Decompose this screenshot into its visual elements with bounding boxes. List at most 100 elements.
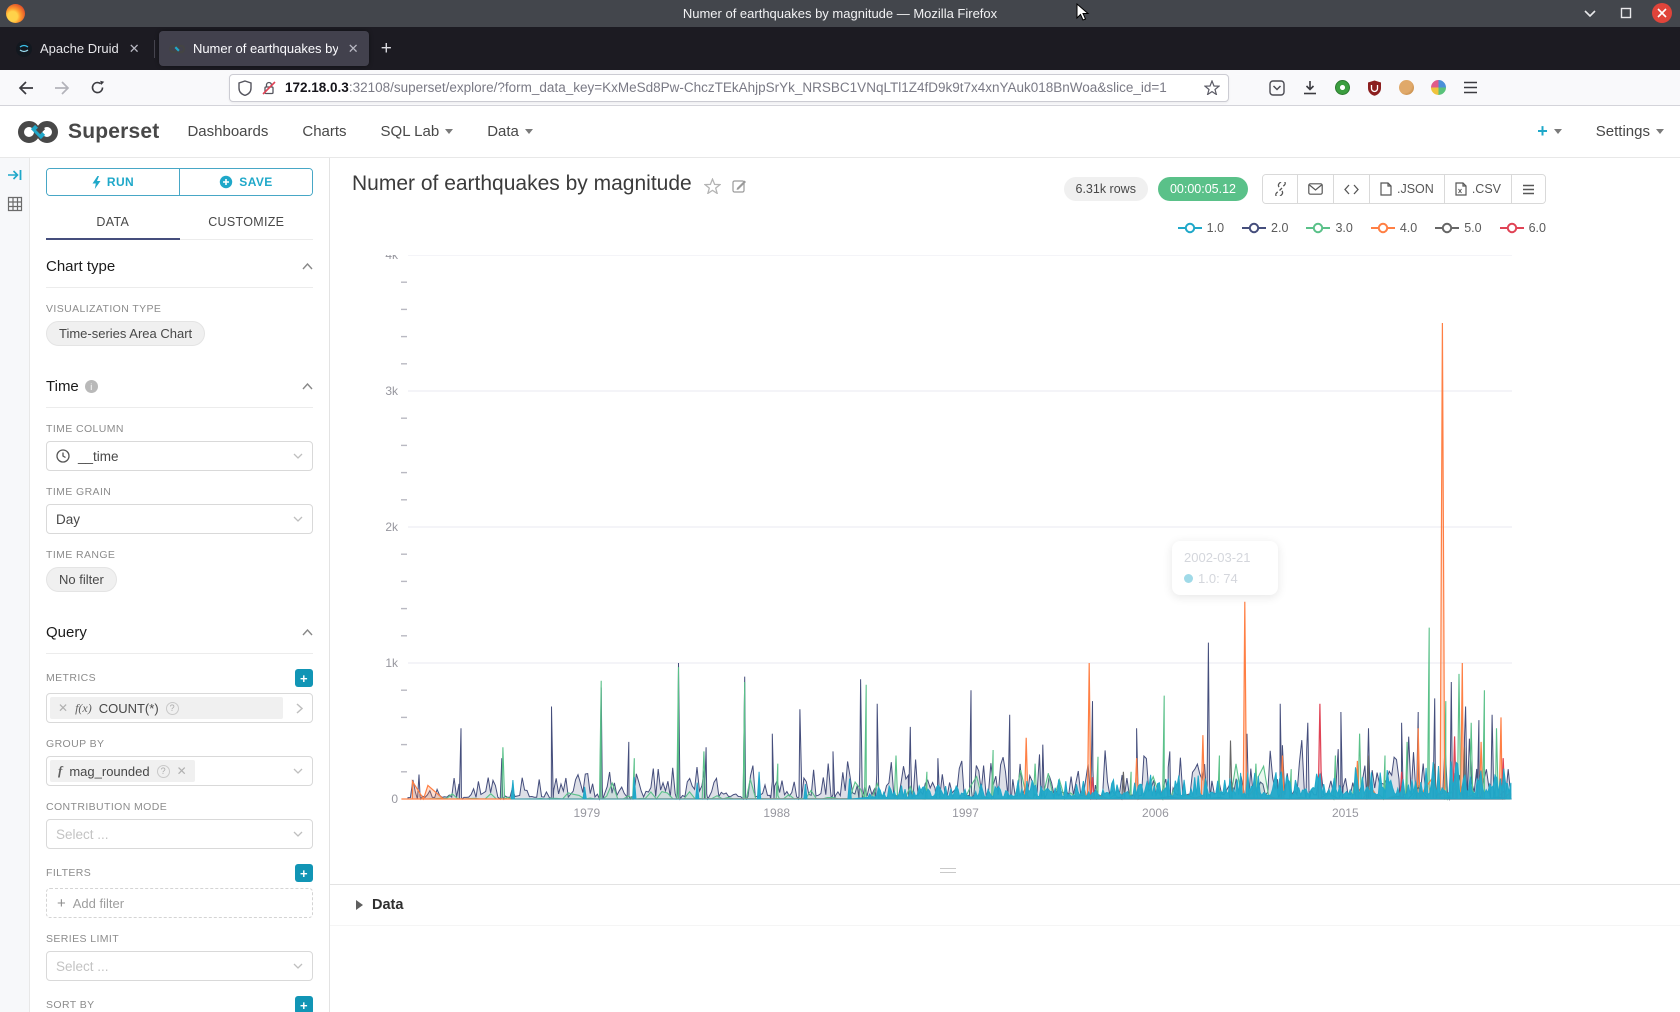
metric-expand-caret[interactable] bbox=[286, 694, 312, 722]
url-bar[interactable]: 172.18.0.3:32108/superset/explore/?form_… bbox=[229, 74, 1229, 102]
legend-item-4.0[interactable]: 4.0 bbox=[1371, 221, 1417, 235]
data-panel-label: Data bbox=[372, 897, 403, 913]
tab-superset-explore[interactable]: Numer of earthquakes by m ✕ bbox=[159, 31, 369, 66]
svg-text:1988: 1988 bbox=[763, 806, 790, 820]
svg-text:0: 0 bbox=[391, 792, 398, 806]
metric-chipbox[interactable]: ✕ f(x) COUNT(*) ? bbox=[46, 693, 313, 723]
svg-text:3k: 3k bbox=[385, 384, 399, 398]
legend-item-1.0[interactable]: 1.0 bbox=[1178, 221, 1224, 235]
tooltip-date: 2002-03-21 bbox=[1184, 550, 1266, 565]
timeseries-area-chart[interactable]: 01k2k3k4k19791988199720062015 bbox=[330, 255, 1680, 830]
export-csv-button[interactable]: .CSV bbox=[1445, 175, 1512, 203]
new-tab-button[interactable]: + bbox=[381, 38, 392, 60]
back-icon[interactable] bbox=[18, 81, 34, 95]
email-button[interactable] bbox=[1298, 175, 1334, 203]
code-icon bbox=[1344, 184, 1359, 195]
save-button[interactable]: SAVE bbox=[180, 169, 312, 195]
add-sort-by-button[interactable]: + bbox=[295, 996, 313, 1012]
window-minimize-icon[interactable] bbox=[1580, 3, 1600, 23]
legend-marker-icon bbox=[1306, 222, 1330, 234]
tab-apache-druid[interactable]: Apache Druid ✕ bbox=[6, 31, 150, 66]
data-results-panel: Data bbox=[330, 884, 1680, 1012]
time-column-select[interactable]: __time bbox=[46, 441, 313, 471]
bookmark-star-icon[interactable] bbox=[1204, 80, 1220, 95]
hamburger-menu-icon[interactable] bbox=[1463, 81, 1478, 94]
panel-resize-handle[interactable] bbox=[940, 868, 956, 876]
window-restore-icon[interactable] bbox=[1616, 3, 1636, 23]
colorful-extension-icon[interactable] bbox=[1431, 80, 1446, 95]
chevron-down-icon bbox=[293, 516, 303, 522]
expand-panel-icon[interactable] bbox=[7, 168, 23, 182]
embed-code-button[interactable] bbox=[1334, 175, 1370, 203]
downloads-icon[interactable] bbox=[1302, 80, 1318, 96]
legend-marker-icon bbox=[1435, 222, 1459, 234]
time-grain-value: Day bbox=[56, 512, 80, 527]
pocket-icon[interactable] bbox=[1269, 80, 1285, 96]
nav-dashboards[interactable]: Dashboards bbox=[187, 123, 268, 140]
url-text[interactable]: 172.18.0.3:32108/superset/explore/?form_… bbox=[285, 80, 1198, 95]
cookie-extension-icon[interactable] bbox=[1399, 80, 1414, 95]
legend-item-5.0[interactable]: 5.0 bbox=[1435, 221, 1481, 235]
legend-item-2.0[interactable]: 2.0 bbox=[1242, 221, 1288, 235]
data-panel-toggle[interactable]: Data bbox=[330, 885, 1680, 926]
nav-data[interactable]: Data bbox=[487, 123, 533, 140]
filters-label: FILTERS+ bbox=[46, 864, 313, 882]
series-area-2.0 bbox=[408, 643, 1511, 799]
legend-item-3.0[interactable]: 3.0 bbox=[1306, 221, 1352, 235]
chart-menu-button[interactable] bbox=[1512, 175, 1545, 203]
remove-metric-icon[interactable]: ✕ bbox=[58, 701, 68, 715]
nav-sql-lab[interactable]: SQL Lab bbox=[381, 123, 454, 140]
series-area-3.0 bbox=[430, 628, 1506, 799]
group-by-value: mag_rounded bbox=[69, 764, 149, 779]
add-new-button[interactable]: + bbox=[1537, 121, 1562, 142]
legend-item-6.0[interactable]: 6.0 bbox=[1500, 221, 1546, 235]
add-filter-dropzone[interactable]: + Add filter bbox=[46, 888, 313, 918]
time-column-label: TIME COLUMN bbox=[46, 423, 313, 435]
tab-close-icon[interactable]: ✕ bbox=[348, 41, 359, 57]
bolt-icon bbox=[92, 176, 101, 189]
settings-menu[interactable]: Settings bbox=[1596, 123, 1664, 140]
viz-type-value[interactable]: Time-series Area Chart bbox=[46, 321, 205, 346]
tab-data[interactable]: DATA bbox=[46, 206, 180, 239]
series-area-4.0 bbox=[401, 323, 1509, 799]
url-path: :32108/superset/explore/?form_data_key=K… bbox=[349, 80, 1167, 95]
superset-logo[interactable]: Superset bbox=[16, 119, 159, 145]
time-grain-select[interactable]: Day bbox=[46, 504, 313, 534]
tracking-shield-icon[interactable] bbox=[238, 80, 252, 96]
group-by-select[interactable]: f mag_rounded ? ✕ bbox=[46, 756, 313, 786]
section-query[interactable]: Query bbox=[46, 606, 313, 654]
plus-icon: + bbox=[57, 895, 66, 912]
ublock-extension-icon[interactable] bbox=[1367, 80, 1382, 96]
remove-groupby-icon[interactable]: ✕ bbox=[177, 764, 187, 778]
section-time[interactable]: Timei bbox=[46, 360, 313, 408]
window-close-button[interactable] bbox=[1652, 3, 1672, 23]
reload-icon[interactable] bbox=[90, 80, 105, 95]
export-json-button[interactable]: .JSON bbox=[1370, 175, 1445, 203]
insecure-lock-icon[interactable] bbox=[261, 80, 277, 96]
chevron-up-icon bbox=[302, 383, 313, 390]
series-limit-select[interactable]: Select ... bbox=[46, 951, 313, 981]
favorite-star-icon[interactable] bbox=[704, 178, 721, 194]
window-titlebar: Numer of earthquakes by magnitude — Mozi… bbox=[0, 0, 1680, 27]
tab-close-icon[interactable]: ✕ bbox=[129, 41, 140, 57]
forward-icon[interactable] bbox=[54, 81, 70, 95]
metric-value: COUNT(*) bbox=[99, 701, 159, 716]
dataset-grid-icon[interactable] bbox=[7, 196, 23, 212]
edit-title-icon[interactable] bbox=[732, 178, 747, 193]
greasemonkey-extension-icon[interactable] bbox=[1335, 80, 1350, 95]
add-metric-button[interactable]: + bbox=[295, 669, 313, 687]
brand-name: Superset bbox=[68, 120, 159, 144]
contribution-mode-select[interactable]: Select ... bbox=[46, 819, 313, 849]
nav-charts[interactable]: Charts bbox=[302, 123, 346, 140]
time-grain-label: TIME GRAIN bbox=[46, 486, 313, 498]
chart-legend: 1.0 2.0 3.0 4.0 5.0 6.0 bbox=[1178, 221, 1546, 235]
browser-tab-strip: Apache Druid ✕ Numer of earthquakes by m… bbox=[0, 27, 1680, 70]
copy-link-button[interactable] bbox=[1263, 175, 1298, 203]
chevron-down-icon bbox=[293, 963, 303, 969]
run-button[interactable]: RUN bbox=[47, 169, 180, 195]
link-icon bbox=[1273, 182, 1287, 196]
tab-customize[interactable]: CUSTOMIZE bbox=[180, 206, 314, 239]
add-filter-plus-button[interactable]: + bbox=[295, 864, 313, 882]
section-chart-type[interactable]: Chart type bbox=[46, 240, 313, 288]
time-range-value[interactable]: No filter bbox=[46, 567, 117, 592]
